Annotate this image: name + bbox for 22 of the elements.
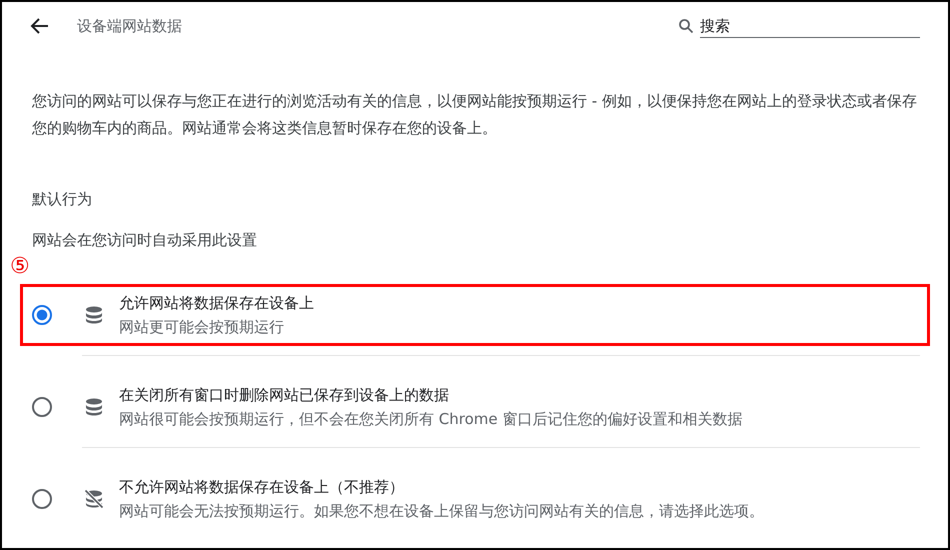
database-off-icon xyxy=(84,489,104,509)
section-title: 默认行为 xyxy=(32,190,93,209)
database-icon xyxy=(84,305,104,325)
radio-button[interactable] xyxy=(32,489,52,509)
highlighted-option-row[interactable]: 允许网站将数据保存在设备上 网站更可能会按预期运行 xyxy=(20,284,930,346)
back-arrow-icon[interactable] xyxy=(30,17,50,35)
option-label: 在关闭所有窗口时删除网站已保存到设备上的数据 xyxy=(119,386,450,404)
database-icon xyxy=(84,397,104,417)
option-row[interactable]: 不允许网站将数据保存在设备上（不推荐） 网站可能会无法按预期运行。如果您不想在设备上保留与您访问网站有关的信息，请选择此选项。 xyxy=(20,468,930,530)
option-description: 网站更可能会按预期运行 xyxy=(119,318,285,336)
option-description: 网站很可能会按预期运行，但不会在您关闭所有 Chrome 窗口后记住您的偏好设置和相关数据 xyxy=(119,410,742,428)
search-icon xyxy=(678,18,694,34)
section-subtitle: 网站会在您访问时自动采用此设置 xyxy=(32,231,258,250)
option-label: 不允许网站将数据保存在设备上（不推荐） xyxy=(119,478,405,496)
option-row[interactable]: 在关闭所有窗口时删除网站已保存到设备上的数据 网站很可能会按预期运行，但不会在您关闭所有 Chrome 窗口后记住您的偏好设置和相关数据 xyxy=(20,376,930,438)
option-label: 允许网站将数据保存在设备上 xyxy=(119,294,314,312)
page-title: 设备端网站数据 xyxy=(77,16,182,36)
option-description: 网站可能会无法按预期运行。如果您不想在设备上保留与您访问网站有关的信息，请选择此选项。 xyxy=(119,502,764,520)
radio-button[interactable] xyxy=(32,397,52,417)
radio-button[interactable] xyxy=(32,305,52,325)
step-number-annotation: ⑤ xyxy=(10,254,30,280)
description-text: 您访问的网站可以保存与您正在进行的浏览活动有关的信息，以便网站能按预期运行 - 例如，以便保持您在网站上的登录状态或者保存您的购物车内的商品。网站通常会将这类信息暂时保存在您的设备上。 xyxy=(32,91,918,139)
